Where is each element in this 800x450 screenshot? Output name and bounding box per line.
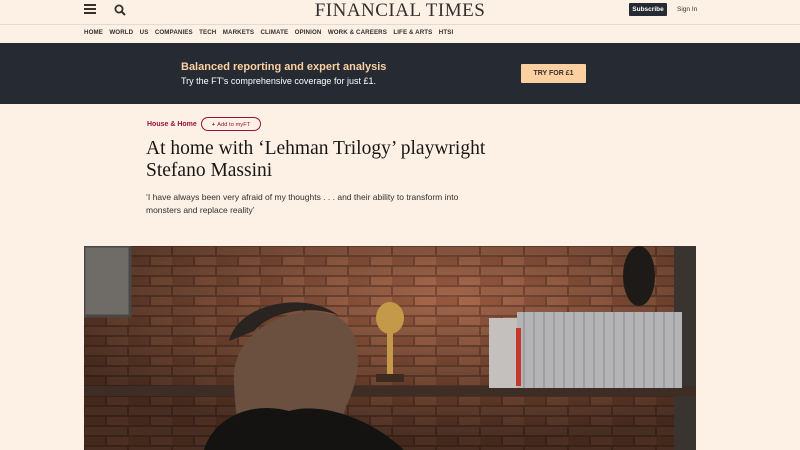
nav-item-us[interactable]: US bbox=[140, 28, 149, 38]
nav-item-opinion[interactable]: OPINION bbox=[295, 28, 322, 38]
add-to-myft-label: Add to myFT bbox=[217, 122, 251, 128]
sign-in-link[interactable]: Sign In bbox=[677, 3, 697, 16]
nav-item-home[interactable]: HOME bbox=[84, 28, 103, 38]
subscribe-button[interactable]: Subscribe bbox=[629, 3, 667, 16]
promo-banner bbox=[0, 43, 800, 104]
main-nav: HOME WORLD US COMPANIES TECH MARKETS CLI… bbox=[84, 28, 460, 38]
nav-item-companies[interactable]: COMPANIES bbox=[155, 28, 193, 38]
article-photo bbox=[84, 246, 696, 450]
nav-item-climate[interactable]: CLIMATE bbox=[260, 28, 288, 38]
try-for-1-button[interactable]: TRY FOR £1 bbox=[521, 64, 586, 83]
section-tag[interactable]: House & Home bbox=[147, 120, 197, 130]
nav-item-markets[interactable]: MARKETS bbox=[223, 28, 254, 38]
add-to-myft-button[interactable]: + Add to myFT bbox=[201, 117, 261, 131]
header-divider bbox=[0, 24, 800, 25]
promo-subtitle: Try the FT's comprehensive coverage for … bbox=[181, 76, 376, 86]
nav-item-work-careers[interactable]: WORK & CAREERS bbox=[328, 28, 387, 38]
plus-icon: + bbox=[211, 122, 216, 128]
nav-item-life-arts[interactable]: LIFE & ARTS bbox=[393, 28, 432, 38]
promo-title: Balanced reporting and expert analysis bbox=[181, 61, 387, 73]
nav-item-world[interactable]: WORLD bbox=[109, 28, 133, 38]
nav-item-tech[interactable]: TECH bbox=[199, 28, 216, 38]
article-headline: At home with ‘Lehman Trilogy’ playwright… bbox=[146, 138, 486, 181]
nav-item-htsi[interactable]: HTSI bbox=[439, 28, 454, 38]
photo-illustration bbox=[84, 246, 696, 450]
top-bar: FINANCIAL TIMES Subscribe Sign In bbox=[0, 0, 800, 24]
article-standfirst: ‘I have always been very afraid of my th… bbox=[146, 192, 459, 215]
